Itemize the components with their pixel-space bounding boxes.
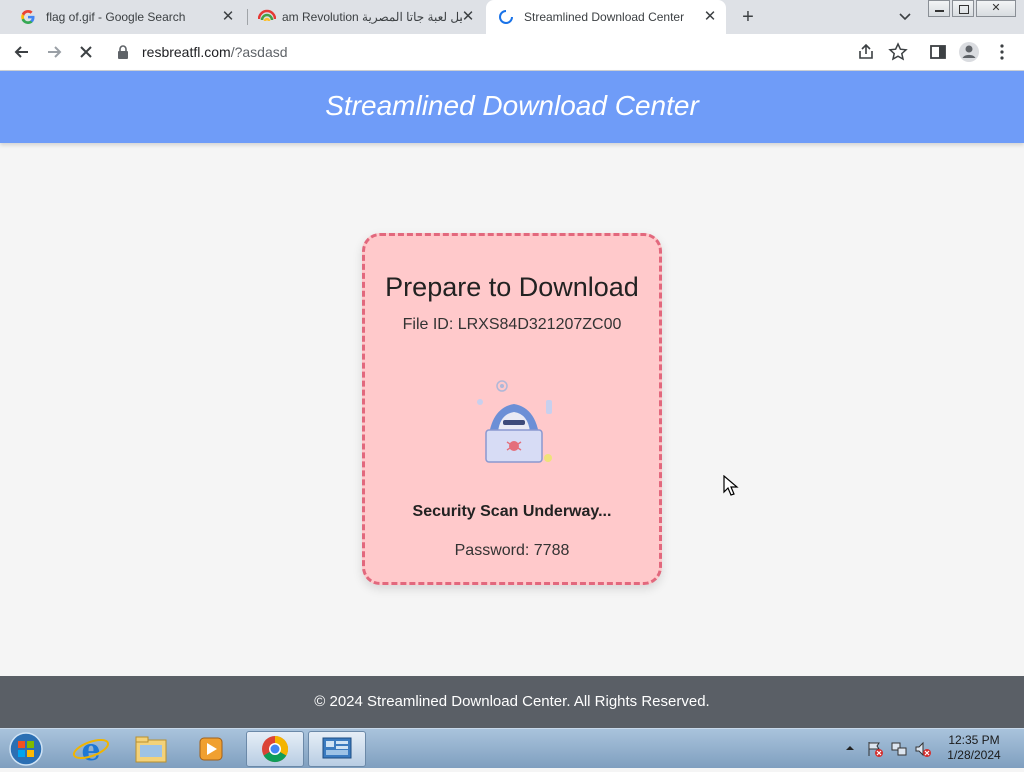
loading-spinner-icon (499, 10, 513, 24)
stop-loading-icon[interactable] (76, 42, 96, 62)
site-favicon-icon (258, 9, 276, 22)
share-icon[interactable] (856, 42, 876, 62)
back-icon[interactable] (12, 42, 32, 62)
network-icon[interactable] (890, 740, 908, 758)
bookmark-star-icon[interactable] (888, 42, 908, 62)
site-header: Streamlined Download Center (0, 71, 1024, 143)
taskbar-chrome[interactable] (246, 731, 304, 767)
restore-button[interactable] (952, 0, 974, 17)
site-title: Streamlined Download Center (325, 90, 699, 121)
tab-divider (247, 9, 248, 25)
volume-muted-icon[interactable] (914, 740, 932, 758)
close-tab-icon[interactable]: ✕ (460, 9, 476, 25)
close-window-button[interactable]: ✕ (976, 0, 1016, 17)
browser-menu-icon[interactable] (992, 42, 1012, 62)
forward-icon[interactable] (44, 42, 64, 62)
taskbar-explorer[interactable] (122, 731, 180, 767)
close-tab-icon[interactable]: ✕ (220, 9, 236, 25)
tab-arabic-game[interactable]: am Revolution تحميل لعبة جاتا المصرية ✕ (250, 0, 484, 34)
svg-text:e: e (81, 733, 100, 767)
google-icon (21, 10, 35, 24)
internet-explorer-icon: e (72, 733, 110, 768)
browser-toolbar: resbreatfl.com/?asdasd (0, 34, 1024, 71)
new-tab-button[interactable]: + (737, 6, 759, 28)
hacker-scan-illustration (477, 380, 552, 463)
control-panel-icon (322, 737, 352, 759)
show-hidden-icons-icon[interactable] (844, 743, 856, 753)
password-text: Password: 7788 (454, 542, 570, 559)
site-footer: © 2024 Streamlined Download Center. All … (0, 676, 1024, 728)
start-button-icon[interactable] (6, 731, 46, 767)
lock-icon[interactable] (116, 44, 130, 60)
taskbar-media-player[interactable] (182, 731, 240, 767)
download-card: Prepare to Download File ID: LRXS84D3212… (362, 233, 662, 585)
scan-status: Security Scan Underway... (412, 503, 612, 520)
tab-download-center[interactable]: Streamlined Download Center ✕ (486, 0, 726, 34)
close-tab-icon[interactable]: ✕ (702, 9, 718, 25)
tab-title: am Revolution تحميل لعبة جاتا المصرية (282, 10, 462, 24)
url-path: /?asdasd (230, 44, 288, 60)
tab-title: flag of.gif - Google Search (46, 10, 186, 24)
profile-avatar-icon[interactable] (958, 41, 980, 63)
taskbar-clock[interactable]: 12:35 PM 1/28/2024 (936, 733, 1012, 763)
clock-date: 1/28/2024 (947, 748, 1001, 762)
file-id: File ID: LRXS84D321207ZC00 (402, 316, 622, 333)
folder-icon (135, 736, 167, 763)
taskbar: e 12:35 PM 1/28/2024 (0, 728, 1024, 768)
footer-copyright: © 2024 Streamlined Download Center. All … (314, 693, 710, 710)
tab-google-search[interactable]: flag of.gif - Google Search ✕ (8, 0, 244, 34)
mouse-cursor-icon (723, 475, 739, 496)
media-player-icon (199, 737, 223, 761)
taskbar-ie[interactable]: e (62, 731, 120, 768)
clock-time: 12:35 PM (948, 733, 1000, 747)
address-bar[interactable]: resbreatfl.com/?asdasd (142, 44, 288, 60)
taskbar-remote-app[interactable] (308, 731, 366, 767)
tab-title: Streamlined Download Center (524, 10, 685, 24)
url-domain: resbreatfl.com (142, 44, 231, 60)
action-center-flag-icon[interactable] (866, 740, 884, 758)
chrome-icon (262, 735, 289, 763)
minimize-button[interactable] (928, 0, 950, 17)
side-panel-icon[interactable] (928, 42, 948, 62)
card-title: Prepare to Download (385, 272, 639, 302)
tab-search-icon[interactable] (896, 9, 914, 25)
tab-strip: flag of.gif - Google Search ✕ am Revolut… (0, 0, 1024, 34)
